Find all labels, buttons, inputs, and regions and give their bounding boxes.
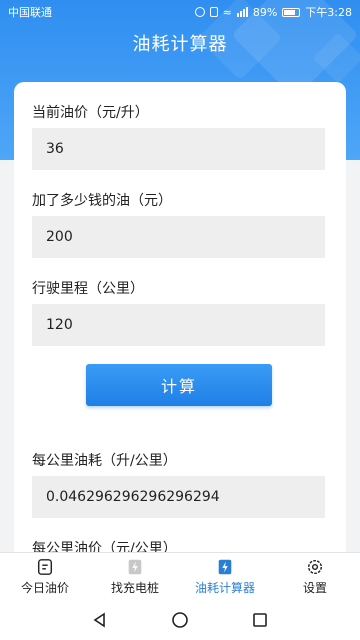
price-input[interactable]: 36 — [32, 128, 325, 170]
home-circle-icon — [172, 612, 188, 628]
calculate-button[interactable]: 计算 — [86, 364, 272, 406]
price-label: 当前油价（元/升） — [32, 105, 149, 121]
calculator-icon — [218, 559, 232, 574]
cost-input[interactable]: 200 — [32, 216, 325, 258]
settings-gear-icon — [307, 559, 323, 574]
wifi-icon: ≈ — [222, 5, 232, 19]
calculator-card: 当前油价（元/升） 36 加了多少钱的油（元） 200 行驶里程（公里） 120… — [14, 82, 346, 582]
signal-icon — [236, 7, 248, 17]
bottom-tab-bar: 今日油价 找充电桩 油耗计算器 设置 — [0, 552, 360, 600]
battery-icon — [282, 7, 301, 17]
tab-label: 今日油价 — [20, 580, 69, 595]
vibrate-icon — [209, 7, 218, 17]
clock: 下午3:28 — [305, 6, 352, 19]
tab-oil-price[interactable]: 今日油价 — [0, 553, 90, 600]
carrier-label: 中国联通 — [8, 6, 52, 19]
consumption-label: 每公里油耗（升/公里） — [32, 453, 177, 469]
tab-calculator[interactable]: 油耗计算器 — [180, 553, 270, 600]
tab-settings[interactable]: 设置 — [270, 553, 360, 600]
location-icon — [194, 7, 205, 17]
consumption-result: 0.046296296296296294 — [32, 476, 325, 518]
tab-label: 设置 — [302, 580, 327, 595]
recents-square-icon — [253, 613, 267, 627]
back-triangle-icon — [93, 612, 105, 628]
status-bar: 中国联通 ≈ 89% 下午3:28 — [0, 0, 360, 24]
home-button[interactable] — [170, 610, 190, 630]
recents-button[interactable] — [250, 610, 270, 630]
battery-percent: 89% — [252, 5, 278, 19]
system-nav-bar — [0, 600, 360, 640]
distance-input[interactable]: 120 — [32, 304, 325, 346]
back-button[interactable] — [90, 610, 110, 630]
charging-icon — [128, 559, 142, 574]
tab-label: 油耗计算器 — [194, 580, 255, 595]
tab-charging[interactable]: 找充电桩 — [90, 553, 180, 600]
oil-price-icon — [37, 558, 53, 575]
page-title: 油耗计算器 — [132, 34, 228, 55]
tab-label: 找充电桩 — [110, 580, 159, 595]
distance-label: 行驶里程（公里） — [32, 281, 144, 297]
cost-label: 加了多少钱的油（元） — [32, 193, 172, 209]
